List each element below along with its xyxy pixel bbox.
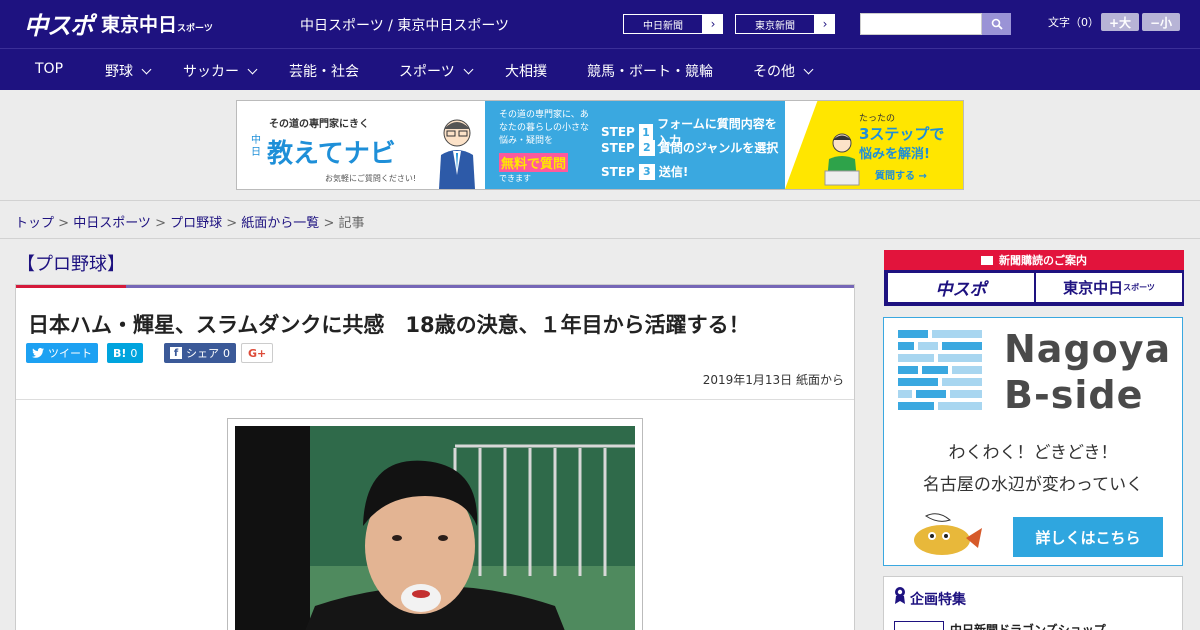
bside-tagline-1: わくわく！どきどき！ — [948, 443, 1118, 463]
tweet-label: ツイート — [48, 347, 92, 360]
font-size-label: 文字（0） — [1048, 16, 1099, 29]
feature-item-thumb[interactable] — [894, 621, 944, 630]
facebook-share-button[interactable]: f シェア 0 — [164, 343, 236, 363]
main-nav: TOP 野球 サッカー 芸能・社会 スポーツ 大相撲 競馬・ボート・競輪 その他 — [0, 48, 1200, 90]
font-smaller-button[interactable]: −小 — [1142, 13, 1180, 31]
hatena-bookmark-button[interactable]: B! 0 — [107, 343, 144, 363]
banner-right-t2: 3ステップで — [859, 125, 945, 143]
player-eating-cake-photo — [235, 426, 635, 630]
chevron-down-icon — [141, 64, 152, 74]
person-with-laptop-icon — [824, 133, 860, 186]
site-title[interactable]: 中日スポーツ / 東京中日スポーツ — [300, 15, 509, 35]
advisor-illustration-icon — [439, 119, 475, 189]
logo-chuspo: 中スポ — [24, 11, 94, 40]
nav-item-sports[interactable]: スポーツ — [399, 61, 474, 81]
subscribe-chuspo-button[interactable]: 中スポ — [888, 273, 1034, 302]
banner-cta[interactable]: 質問する → — [875, 167, 927, 182]
banner-desc: その道の専門家に、あなたの暮らしの小さな悩み・疑問を — [499, 110, 590, 146]
hatena-icon: B! — [113, 346, 127, 360]
article-card: 日本ハム・輝星、スラムダンクに共感 18歳の決意、１年目から活躍する！ ツイート… — [15, 284, 855, 630]
article-photo-frame — [227, 418, 643, 630]
search-input[interactable] — [860, 13, 982, 35]
search-icon — [991, 18, 1003, 30]
subscription-guide: 新聞購読のご案内 中スポ 東京中日 スポーツ — [884, 250, 1184, 306]
banner-right: たったの 3ステップで 悩みを解消! 質問する → — [785, 101, 963, 189]
banner-middle: その道の専門家に、あなたの暮らしの小さな悩み・疑問を 無料で質問 できます ST… — [485, 101, 785, 189]
nav-item-sumo[interactable]: 大相撲 — [505, 61, 547, 81]
bside-brick-logo-icon — [898, 330, 982, 410]
nav-item-racing[interactable]: 競馬・ボート・競輪 — [587, 61, 713, 81]
nagoya-bside-ad[interactable]: Nagoya B-side わくわく！どきどき！ 名古屋の水辺が変わっていく 詳し… — [883, 317, 1183, 566]
banner-area: その道の専門家にきく 中日 教えてナビ お気軽にご質問ください! その道の専門家… — [0, 90, 1200, 200]
breadcrumb-current: 記事 — [338, 216, 365, 231]
font-bigger-button[interactable]: +大 — [1101, 13, 1139, 31]
chunichi-shimbun-link[interactable]: 中日新聞 › — [622, 13, 724, 35]
logo-tokyo-chunichi: 東京中日スポーツ — [101, 13, 213, 36]
chevron-down-icon — [463, 64, 474, 74]
article-top-rule-accent — [16, 285, 126, 288]
ribbon-badge-icon — [895, 587, 905, 604]
banner-sub: その道の専門家にきく — [269, 119, 369, 130]
facebook-icon: f — [170, 347, 182, 359]
banner-step-2: STEP 2 質問のジャンルを選択 — [601, 139, 779, 156]
breadcrumb: トップ > 中日スポーツ > プロ野球 > 紙面から一覧 > 記事 — [15, 216, 365, 231]
article-headline: 日本ハム・輝星、スラムダンクに共感 18歳の決意、１年目から活躍する！ — [28, 313, 750, 337]
newspaper-icon — [981, 255, 993, 265]
banner-dek: できます — [499, 174, 531, 183]
top-header: 中スポ 東京中日スポーツ 中日スポーツ / 東京中日スポーツ 中日新聞 › 東京… — [0, 0, 1200, 48]
banner-left: その道の専門家にきく 中日 教えてナビ お気軽にご質問ください! — [237, 101, 485, 189]
banner-right-t3: 悩みを解消! — [859, 147, 930, 162]
breadcrumb-paper-list[interactable]: 紙面から一覧 — [241, 216, 319, 231]
chevron-down-icon — [247, 64, 258, 74]
banner-step-3: STEP 3 送信! — [601, 163, 689, 180]
banner-caption: お気軽にご質問ください! — [325, 174, 417, 183]
chevron-right-icon: › — [815, 14, 835, 34]
nav-item-other[interactable]: その他 — [753, 61, 814, 81]
google-plus-button[interactable]: G+ — [241, 343, 274, 363]
feature-special-box: 企画特集 中日新聞ドラゴンズショップ — [883, 576, 1183, 630]
breadcrumb-top[interactable]: トップ — [15, 216, 54, 231]
nav-item-entertainment[interactable]: 芸能・社会 — [289, 61, 359, 81]
banner-main: 教えてナビ — [267, 139, 396, 169]
article-date: 2019年1月13日 紙面から — [702, 373, 844, 387]
nav-item-top[interactable]: TOP — [35, 61, 63, 77]
article-top-rule — [16, 285, 854, 288]
facebook-count: 0 — [223, 346, 230, 360]
oshiete-navi-banner[interactable]: その道の専門家にきく 中日 教えてナビ お気軽にご質問ください! その道の専門家… — [236, 100, 964, 190]
bside-title: Nagoya B-side — [1004, 327, 1172, 417]
facebook-label: シェア — [186, 347, 219, 360]
nav-item-soccer[interactable]: サッカー — [183, 61, 258, 81]
subscription-header: 新聞購読のご案内 — [884, 250, 1184, 270]
chunichi-shimbun-label: 中日新聞 — [623, 14, 703, 34]
feature-item-dragons-shop[interactable]: 中日新聞ドラゴンズショップ — [950, 621, 1106, 630]
hatena-count: 0 — [130, 346, 138, 360]
twitter-icon — [32, 348, 44, 358]
bside-tagline-2: 名古屋の水辺が変わっていく — [922, 475, 1144, 495]
article-separator — [16, 399, 854, 400]
banner-highlight: 無料で質問 — [499, 153, 569, 172]
google-plus-icon: G+ — [248, 346, 267, 360]
chevron-down-icon — [803, 64, 814, 74]
tokyo-shimbun-label: 東京新聞 — [735, 14, 815, 34]
chevron-right-icon: › — [703, 14, 723, 34]
breadcrumb-chunichi-sports[interactable]: 中日スポーツ — [73, 216, 151, 231]
article-category: 【プロ野球】 — [17, 254, 125, 275]
subscribe-tokyo-chunichi-button[interactable]: 東京中日 スポーツ — [1036, 273, 1182, 302]
bside-details-button[interactable]: 詳しくはこちら — [1013, 517, 1163, 557]
tokyo-shimbun-link[interactable]: 東京新聞 › — [734, 13, 836, 35]
feature-title: 企画特集 — [910, 592, 966, 608]
fried-shrimp-mascot-icon — [914, 513, 982, 555]
site-logo[interactable]: 中スポ 東京中日スポーツ — [24, 8, 213, 40]
breadcrumb-pro-baseball[interactable]: プロ野球 — [170, 216, 222, 231]
banner-vertical: 中日 — [251, 135, 261, 158]
nav-item-baseball[interactable]: 野球 — [105, 61, 152, 81]
article-photo[interactable] — [235, 426, 635, 630]
tweet-button[interactable]: ツイート — [26, 343, 98, 363]
breadcrumb-bar: トップ > 中日スポーツ > プロ野球 > 紙面から一覧 > 記事 — [0, 200, 1200, 239]
search-button[interactable] — [982, 13, 1011, 35]
